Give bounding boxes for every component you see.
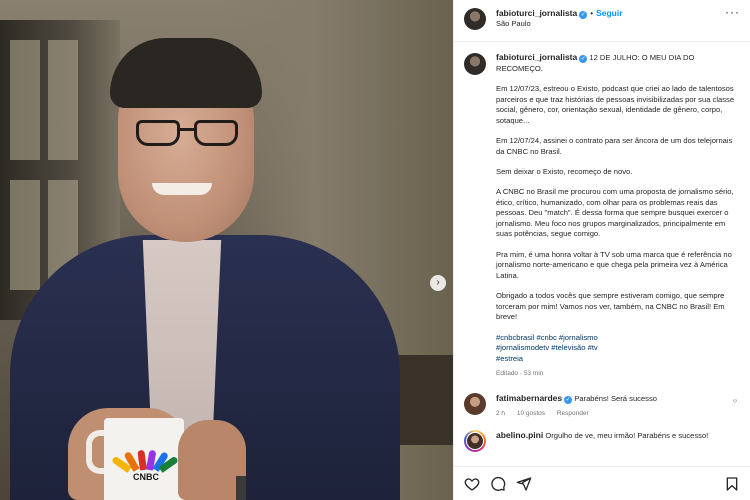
heart-icon[interactable] — [464, 476, 480, 492]
post-sidebar: fabioturci_jornalista ✓ • Seguir São Paulo … — [453, 0, 750, 500]
verified-badge-icon: ✓ — [564, 396, 573, 404]
comment-item: fatimabernardes ✓ Parabéns! Será sucesso … — [464, 393, 740, 418]
verified-badge-icon: ✓ — [579, 55, 588, 63]
caption-paragraph: Obrigado a todos vocês que sempre estive… — [496, 291, 725, 322]
more-options-icon[interactable]: ··· — [725, 6, 740, 18]
next-media-button[interactable]: › — [430, 275, 446, 291]
caption-paragraph: A CNBC no Brasil me procurou com uma pro… — [496, 187, 734, 239]
share-icon[interactable] — [516, 476, 532, 492]
bookmark-icon[interactable] — [724, 476, 740, 492]
cnbc-peacock-logo — [111, 448, 179, 473]
header-username[interactable]: fabioturci_jornalista — [496, 8, 577, 18]
like-comment-icon[interactable] — [730, 393, 740, 403]
comment-username[interactable]: abelino.pini — [496, 430, 543, 440]
post-modal: CNBC › fabioturci_jornalista ✓ • Seguir São… — [0, 0, 750, 500]
caption-paragraph: Em 12/07/24, assinei o contrato para ser… — [496, 136, 733, 156]
caption-paragraph: Sem deixar o Existo, recomeço de novo. — [496, 167, 633, 176]
comment-text: Parabéns! Será sucesso — [574, 394, 657, 403]
location-link[interactable]: São Paulo — [496, 19, 623, 29]
reply-button[interactable]: Responder — [557, 410, 589, 417]
caption-paragraph: Pra mim, é uma honra voltar à TV sob uma… — [496, 249, 732, 280]
avatar[interactable] — [464, 8, 486, 30]
chevron-right-icon: › — [436, 277, 440, 288]
caption-username[interactable]: fabioturci_jornalista — [496, 52, 577, 62]
caption: fabioturci_jornalista ✓ 12 DE JULHO: O ME… — [464, 52, 740, 379]
action-bar — [454, 466, 750, 500]
hashtags: #cnbcbrasil #cnbc #jornalismo #jornalism… — [496, 333, 740, 364]
glasses — [136, 120, 240, 150]
edited-timestamp: Editado · 53 min — [496, 370, 544, 378]
comment-likes[interactable]: 10 gostos — [517, 410, 545, 417]
comment-avatar[interactable] — [464, 393, 486, 415]
comment-icon[interactable] — [490, 476, 506, 492]
hashtag-line[interactable]: #jornalismodetv #televisão #tv — [496, 343, 740, 353]
hashtag-line[interactable]: #cnbcbrasil #cnbc #jornalismo — [496, 333, 740, 343]
caption-paragraph: Em 12/07/23, estreou o Existo, podcast q… — [496, 84, 735, 125]
comment-username[interactable]: fatimabernardes — [496, 393, 562, 403]
watch — [236, 476, 246, 500]
post-image[interactable]: CNBC › — [0, 0, 453, 500]
hashtag-line[interactable]: #estreia — [496, 354, 740, 364]
comments-section[interactable]: fabioturci_jornalista ✓ 12 DE JULHO: O ME… — [454, 42, 750, 466]
person-hair — [110, 38, 262, 108]
verified-badge-icon: ✓ — [579, 11, 588, 19]
mug-logo-text: CNBC — [133, 472, 159, 482]
follow-button[interactable]: Seguir — [596, 8, 622, 18]
caption-avatar[interactable] — [464, 53, 486, 75]
comment-text: Orgulho de ve, meu irmão! Parabéns e suc… — [545, 430, 709, 440]
post-header: fabioturci_jornalista ✓ • Seguir São Paulo … — [454, 0, 750, 42]
separator-dot: • — [590, 9, 594, 18]
comment-item: abelino.pini Orgulho de ve, meu irmão! P… — [464, 429, 740, 452]
comment-avatar[interactable] — [464, 429, 486, 452]
comment-time[interactable]: 2 h — [496, 410, 505, 417]
